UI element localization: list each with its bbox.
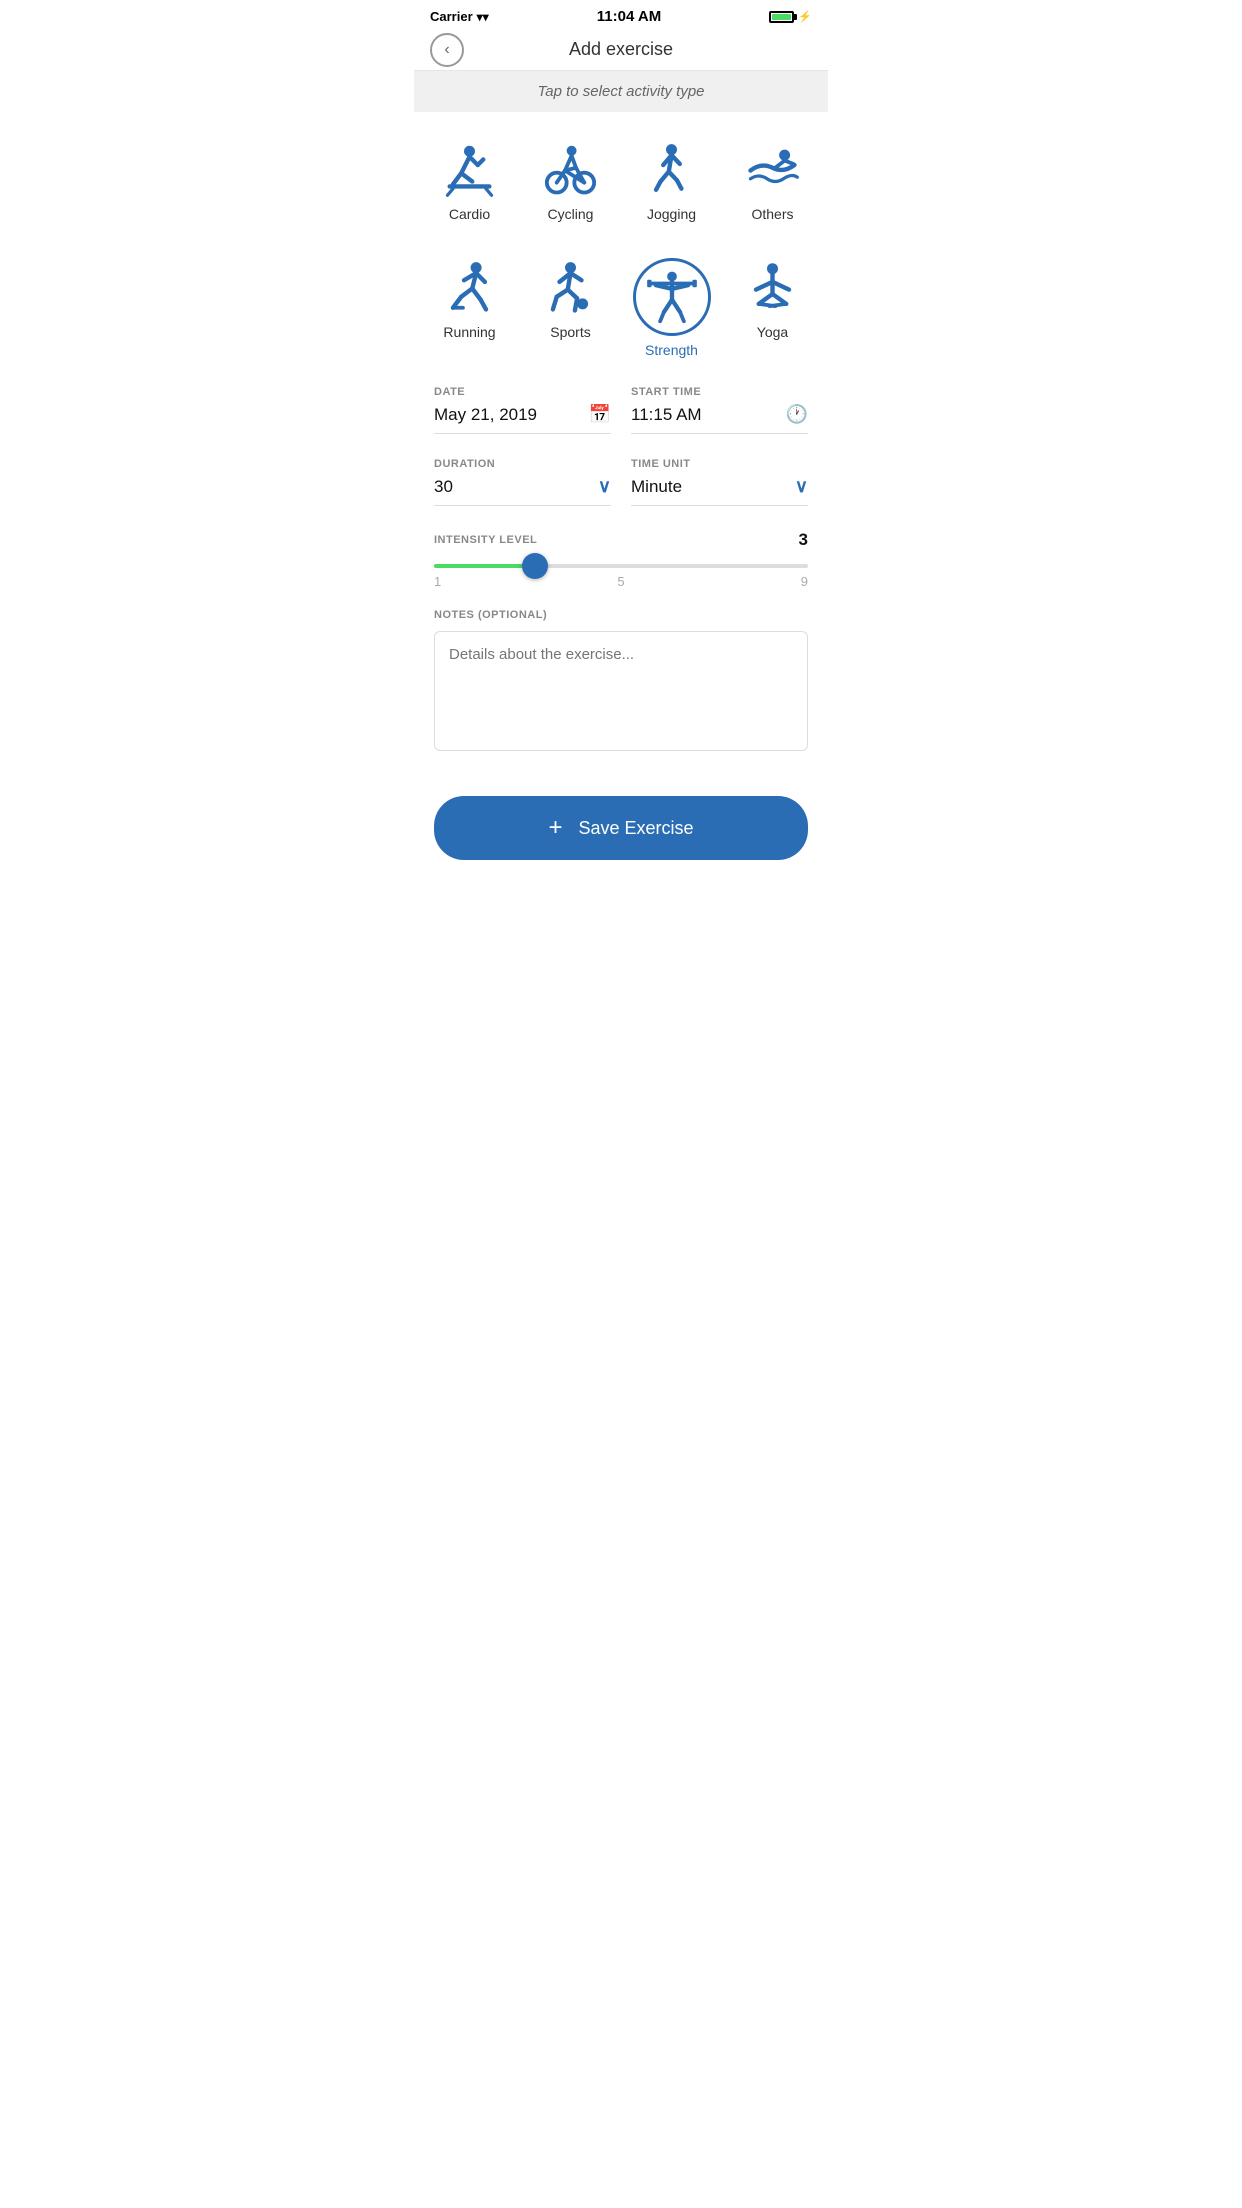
- activity-cardio[interactable]: Cardio: [424, 132, 515, 230]
- slider-track: [434, 564, 808, 568]
- start-time-label: START TIME: [631, 386, 808, 398]
- activity-jogging[interactable]: Jogging: [626, 132, 717, 230]
- status-time: 11:04 AM: [597, 8, 661, 25]
- battery-icon: [769, 11, 794, 23]
- back-button[interactable]: ‹: [430, 33, 464, 67]
- nav-header: ‹ Add exercise: [414, 29, 828, 71]
- cycling-icon: [541, 140, 601, 200]
- notes-label: NOTES (OPTIONAL): [434, 609, 808, 621]
- activity-running[interactable]: Running: [424, 250, 515, 366]
- date-label: DATE: [434, 386, 611, 398]
- cycling-label: Cycling: [548, 206, 594, 222]
- date-time-row: DATE May 21, 2019 📅 START TIME 11:15 AM …: [434, 386, 808, 434]
- notes-section: NOTES (OPTIONAL): [414, 609, 828, 776]
- running-icon: [440, 258, 500, 318]
- duration-field[interactable]: DURATION 30 ∨: [434, 458, 611, 506]
- time-unit-value-row: Minute ∨: [631, 476, 808, 506]
- activity-sports[interactable]: Sports: [525, 250, 616, 366]
- activity-others[interactable]: Others: [727, 132, 818, 230]
- slider-max-label: 9: [801, 574, 808, 589]
- intensity-value: 3: [799, 530, 808, 550]
- date-value: May 21, 2019: [434, 405, 537, 425]
- carrier-label: Carrier: [430, 9, 473, 24]
- strength-selected-ring: [633, 258, 711, 336]
- intensity-section: INTENSITY LEVEL 3 1 5 9: [414, 530, 828, 609]
- yoga-label: Yoga: [757, 324, 788, 340]
- duration-value-row: 30 ∨: [434, 476, 611, 506]
- intensity-label: INTENSITY LEVEL: [434, 534, 537, 546]
- others-icon: [743, 140, 803, 200]
- charging-icon: ⚡: [798, 10, 812, 23]
- activity-yoga[interactable]: Yoga: [727, 250, 818, 366]
- cardio-label: Cardio: [449, 206, 490, 222]
- slider-labels: 1 5 9: [434, 574, 808, 589]
- activity-banner-text: Tap to select activity type: [537, 83, 704, 100]
- cardio-icon: [440, 140, 500, 200]
- sports-label: Sports: [550, 324, 590, 340]
- time-unit-label: TIME UNIT: [631, 458, 808, 470]
- save-exercise-button[interactable]: + Save Exercise: [434, 796, 808, 860]
- save-btn-container: + Save Exercise: [414, 776, 828, 890]
- activity-row-1: Cardio Cycling: [414, 112, 828, 240]
- notes-textarea[interactable]: [434, 631, 808, 751]
- status-right: ⚡: [769, 10, 812, 23]
- others-label: Others: [751, 206, 793, 222]
- form-section: DATE May 21, 2019 📅 START TIME 11:15 AM …: [414, 386, 828, 506]
- duration-unit-row: DURATION 30 ∨ TIME UNIT Minute ∨: [434, 458, 808, 506]
- wifi-icon: ▾▾: [477, 10, 489, 24]
- save-btn-label: Save Exercise: [578, 818, 693, 839]
- strength-label: Strength: [645, 342, 698, 358]
- jogging-icon: [642, 140, 702, 200]
- calendar-icon: 📅: [589, 404, 611, 425]
- duration-label: DURATION: [434, 458, 611, 470]
- jogging-label: Jogging: [647, 206, 696, 222]
- slider-thumb[interactable]: [522, 553, 548, 579]
- sports-icon: [541, 258, 601, 318]
- start-time-value-row: 11:15 AM 🕐: [631, 404, 808, 434]
- slider-fill: [434, 564, 535, 568]
- intensity-header: INTENSITY LEVEL 3: [434, 530, 808, 550]
- activity-row-2: Running Sports: [414, 240, 828, 386]
- time-unit-field[interactable]: TIME UNIT Minute ∨: [631, 458, 808, 506]
- duration-value: 30: [434, 477, 453, 497]
- save-plus-icon: +: [548, 814, 562, 842]
- activity-cycling[interactable]: Cycling: [525, 132, 616, 230]
- start-time-value: 11:15 AM: [631, 405, 702, 425]
- back-icon: ‹: [444, 41, 449, 59]
- start-time-field[interactable]: START TIME 11:15 AM 🕐: [631, 386, 808, 434]
- carrier-info: Carrier ▾▾: [430, 9, 489, 24]
- activity-type-banner[interactable]: Tap to select activity type: [414, 71, 828, 112]
- date-field[interactable]: DATE May 21, 2019 📅: [434, 386, 611, 434]
- clock-icon: 🕐: [786, 404, 808, 425]
- yoga-icon: [743, 258, 803, 318]
- activity-strength[interactable]: Strength: [626, 250, 717, 366]
- intensity-slider-container[interactable]: [434, 564, 808, 568]
- slider-mid-label: 5: [617, 574, 624, 589]
- date-value-row: May 21, 2019 📅: [434, 404, 611, 434]
- running-label: Running: [443, 324, 495, 340]
- page-title: Add exercise: [569, 39, 673, 60]
- time-unit-value: Minute: [631, 477, 682, 497]
- status-bar: Carrier ▾▾ 11:04 AM ⚡: [414, 0, 828, 29]
- time-unit-chevron-icon: ∨: [795, 476, 808, 497]
- duration-chevron-icon: ∨: [598, 476, 611, 497]
- strength-icon: [643, 268, 701, 326]
- slider-min-label: 1: [434, 574, 441, 589]
